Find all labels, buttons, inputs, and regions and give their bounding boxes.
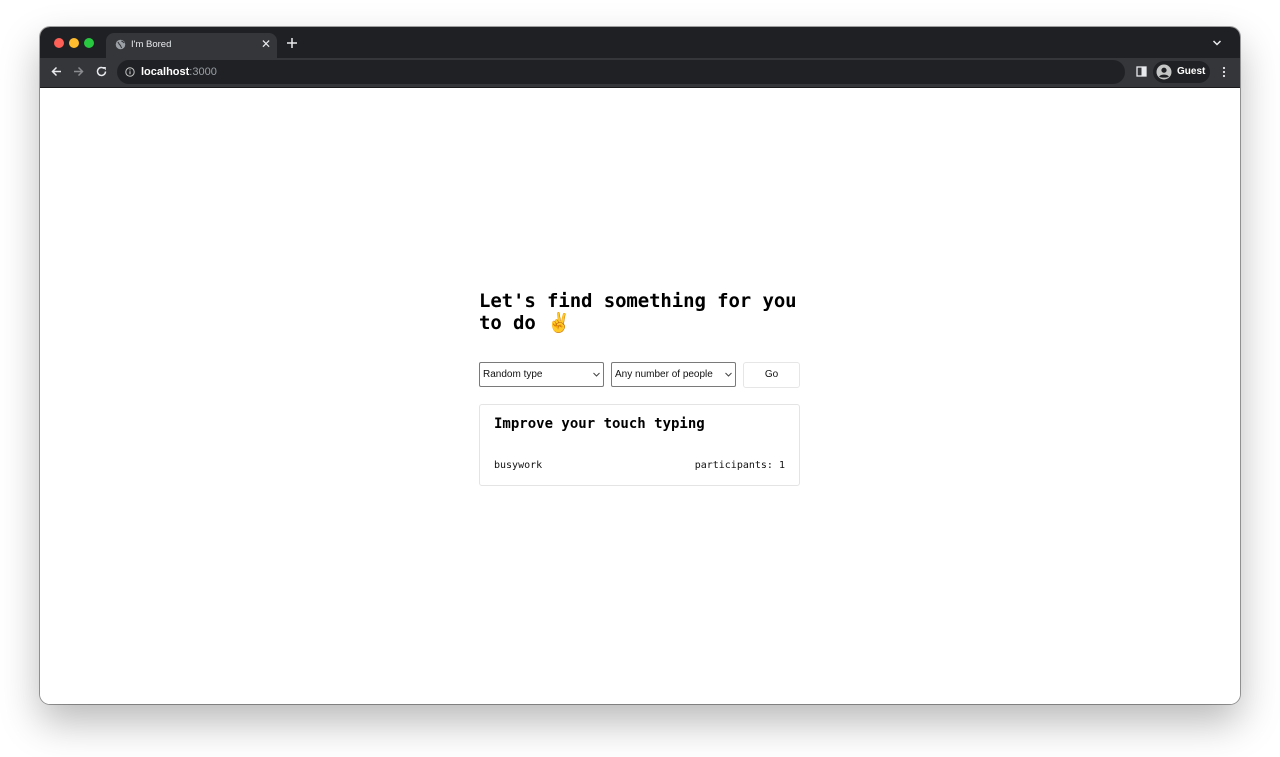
activity-type: busywork <box>494 460 543 471</box>
go-button[interactable]: Go <box>743 362 800 388</box>
url-port: :3000 <box>189 66 217 78</box>
browser-window: I'm Bored ✕ localhost:3000 Guest Let's f… <box>40 27 1240 704</box>
close-window-button[interactable] <box>54 38 64 48</box>
activity-title: Improve your touch typing <box>494 416 705 432</box>
activity-participants: participants: 1 <box>694 460 785 471</box>
globe-icon <box>115 39 126 50</box>
tab-im-bored[interactable]: I'm Bored ✕ <box>106 33 277 58</box>
profile-button[interactable]: Guest <box>1153 61 1210 83</box>
side-panel-icon[interactable] <box>1136 66 1147 77</box>
profile-name: Guest <box>1177 66 1206 77</box>
main-content: Let's find something for you to do ✌️ Ra… <box>479 290 801 486</box>
avatar-icon <box>1156 64 1172 80</box>
more-vertical-icon[interactable] <box>1220 66 1228 78</box>
back-icon[interactable] <box>50 65 63 78</box>
chevron-down-icon[interactable] <box>1212 39 1222 47</box>
minimize-window-button[interactable] <box>69 38 79 48</box>
url-host: localhost <box>141 66 190 78</box>
maximize-window-button[interactable] <box>84 38 94 48</box>
chevron-down-icon <box>725 372 732 377</box>
activity-filters: Random type Any number of people Go <box>479 362 801 390</box>
browser-toolbar: localhost:3000 Guest <box>40 58 1240 88</box>
address-bar[interactable]: localhost:3000 <box>117 60 1125 84</box>
chevron-down-icon <box>593 372 600 377</box>
info-icon[interactable] <box>125 67 135 77</box>
page-title: Let's find something for you to do ✌️ <box>479 290 797 334</box>
people-select-value: Any number of people <box>615 369 713 380</box>
new-tab-icon[interactable] <box>286 37 298 49</box>
title-bar: I'm Bored ✕ <box>40 27 1240 58</box>
activity-card: Improve your touch typing busywork parti… <box>479 404 800 486</box>
forward-icon[interactable] <box>72 65 85 78</box>
tab-title: I'm Bored <box>131 39 172 50</box>
type-select-value: Random type <box>483 369 543 380</box>
people-select[interactable]: Any number of people <box>611 362 736 387</box>
type-select[interactable]: Random type <box>479 362 604 387</box>
close-tab-icon[interactable]: ✕ <box>260 38 272 50</box>
page-viewport: Let's find something for you to do ✌️ Ra… <box>40 88 1240 704</box>
url-text[interactable]: localhost:3000 <box>141 65 217 79</box>
reload-icon[interactable] <box>95 65 108 78</box>
